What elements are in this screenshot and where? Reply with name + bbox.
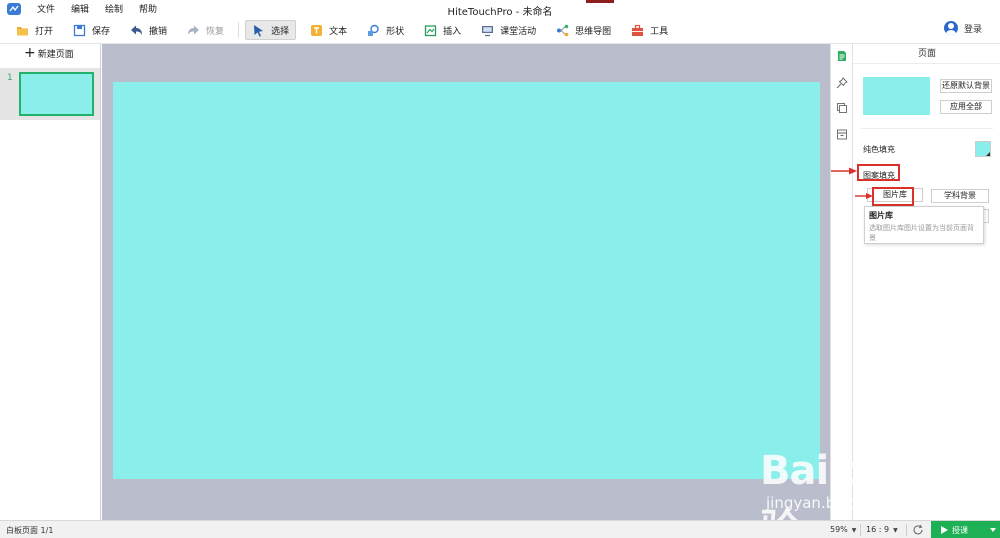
ratio-value: 16 : 9 <box>866 525 890 534</box>
tooltip-title: 图片库 <box>869 211 893 220</box>
text-label: 文本 <box>329 26 348 37</box>
page-number: 1 <box>7 73 13 83</box>
arrow-to-image-library-icon <box>855 193 873 199</box>
background-preview <box>863 77 930 115</box>
redo-icon <box>187 24 200 37</box>
undo-label: 撤销 <box>149 26 168 37</box>
insert-button[interactable]: 插入 <box>418 20 467 40</box>
teach-button[interactable]: 授课 <box>931 521 1000 538</box>
text-button[interactable]: 文本 <box>304 20 353 40</box>
open-folder-icon <box>16 24 29 37</box>
insert-label: 插入 <box>443 26 462 37</box>
toolbar: 打开 保存 撤销 恢复 选择 文本 形状 插入 课堂活动 思维导图 工具 登录 <box>0 17 1000 44</box>
chevron-down-icon[interactable] <box>990 528 996 532</box>
new-page-label: 新建页面 <box>37 49 74 60</box>
teach-label: 授课 <box>952 525 968 535</box>
archive-icon[interactable] <box>836 128 848 140</box>
redo-label: 恢复 <box>206 26 225 37</box>
shape-label: 形状 <box>386 26 405 37</box>
mindmap-button[interactable]: 思维导图 <box>550 20 617 40</box>
panel-divider <box>861 128 993 129</box>
play-icon <box>941 526 948 534</box>
image-library-highlight <box>872 187 914 206</box>
toolbar-separator <box>238 22 240 38</box>
new-page-button[interactable]: + 新建页面 <box>0 44 100 62</box>
layers-icon[interactable] <box>836 102 848 114</box>
pattern-fill-highlight <box>857 164 900 181</box>
text-icon <box>310 24 323 37</box>
plus-icon: + <box>24 45 36 61</box>
save-label: 保存 <box>92 26 111 37</box>
menu-bar: 文件 编辑 绘制 帮助 <box>0 0 1000 17</box>
arrow-to-pattern-fill-icon <box>831 167 857 175</box>
page-panel-icon[interactable] <box>836 50 848 62</box>
toolbox-icon <box>631 24 644 37</box>
login-label: 登录 <box>963 24 982 35</box>
insert-icon <box>424 24 437 37</box>
menu-help[interactable]: 帮助 <box>139 2 157 15</box>
apply-all-button[interactable]: 应用全部 <box>940 100 992 114</box>
fill-color-swatch[interactable] <box>975 141 991 157</box>
panel-title: 页面 <box>853 44 1000 64</box>
refresh-icon[interactable] <box>912 524 924 536</box>
page-panel: + 新建页面 1 <box>0 44 101 520</box>
login-button[interactable]: 登录 <box>943 21 982 35</box>
undo-icon <box>130 24 143 37</box>
menu-file[interactable]: 文件 <box>37 2 55 15</box>
menu-edit[interactable]: 编辑 <box>71 2 89 15</box>
app-logo-icon[interactable] <box>7 2 21 15</box>
classroom-activity-button[interactable]: 课堂活动 <box>475 20 542 40</box>
redo-button[interactable]: 恢复 <box>181 20 230 40</box>
menu-draw[interactable]: 绘制 <box>105 2 123 15</box>
page-info: 白板页面 1/1 <box>6 526 54 535</box>
select-label: 选择 <box>271 26 290 37</box>
workspace <box>102 44 830 520</box>
subject-background-button[interactable]: 学科背景 <box>931 189 989 203</box>
open-button[interactable]: 打开 <box>10 20 59 40</box>
undo-button[interactable]: 撤销 <box>124 20 173 40</box>
user-icon <box>943 21 958 35</box>
zoom-value: 59% <box>830 525 848 534</box>
tools-label: 工具 <box>650 26 669 37</box>
chevron-down-icon: ▼ <box>851 527 857 534</box>
mindmap-label: 思维导图 <box>575 26 612 37</box>
ratio-select[interactable]: 16 : 9 ▼ <box>866 525 898 534</box>
classroom-icon <box>481 24 494 37</box>
save-button[interactable]: 保存 <box>67 20 116 40</box>
zoom-select[interactable]: 59% ▼ <box>830 525 856 534</box>
restore-default-background-button[interactable]: 还原默认背景 <box>940 79 992 93</box>
solid-fill-label[interactable]: 纯色填充 <box>863 144 895 155</box>
save-icon <box>73 24 86 37</box>
side-icon-strip <box>830 44 852 520</box>
chevron-down-icon: ▼ <box>893 527 898 534</box>
image-library-tooltip: 图片库 选取图片库图片设置为当前页面背景 <box>864 206 984 244</box>
properties-panel: 页面 还原默认背景 应用全部 纯色填充 图案填充 图片库 学科背景 <box>852 44 1000 520</box>
classroom-label: 课堂活动 <box>500 26 537 37</box>
tools-button[interactable]: 工具 <box>625 20 674 40</box>
top-accent-bar <box>586 0 614 3</box>
shape-icon <box>367 24 380 37</box>
whiteboard-canvas[interactable] <box>113 82 820 479</box>
status-separator <box>860 524 861 536</box>
open-label: 打开 <box>35 26 54 37</box>
mindmap-icon <box>556 24 569 37</box>
page-thumbnail[interactable] <box>19 72 94 116</box>
shape-button[interactable]: 形状 <box>361 20 410 40</box>
status-bar: 白板页面 1/1 59% ▼ 16 : 9 ▼ 授课 <box>0 520 1000 538</box>
pin-icon[interactable] <box>836 77 848 89</box>
tooltip-description: 选取图片库图片设置为当前页面背景 <box>869 224 974 242</box>
cursor-icon <box>252 24 265 37</box>
status-separator <box>906 524 907 536</box>
select-button[interactable]: 选择 <box>245 20 297 40</box>
page-thumbnail-row[interactable]: 1 <box>0 68 100 120</box>
